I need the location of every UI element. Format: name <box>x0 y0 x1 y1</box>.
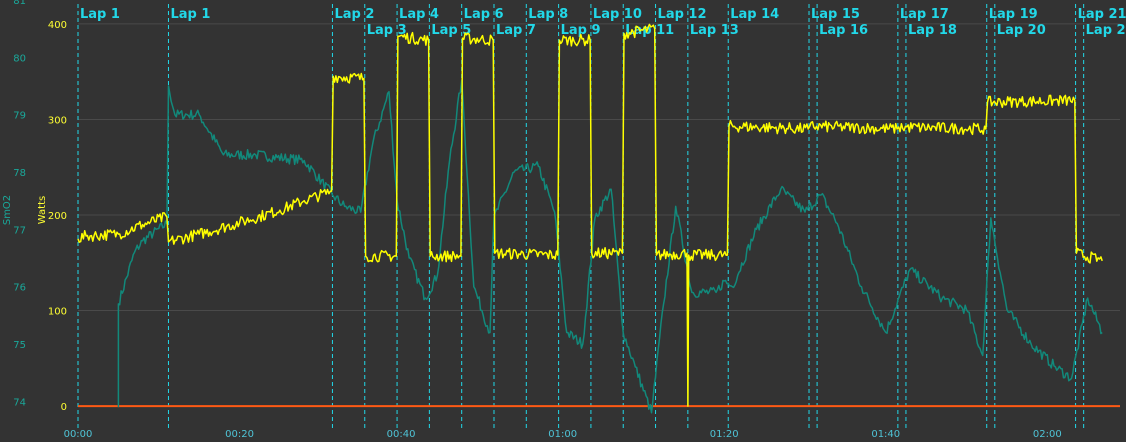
time-tick-label: 01:20 <box>710 429 739 440</box>
lap-label: Lap 21 <box>1078 7 1126 22</box>
lap-label: Lap 12 <box>658 7 707 22</box>
watts-axis-ticks: 0 100 200 300 400 <box>48 20 67 413</box>
data-series <box>77 23 1120 414</box>
time-tick-label: 01:40 <box>871 429 900 440</box>
lap-label: Lap 4 <box>399 7 439 22</box>
smo2-watts-lap-chart: Lap 1 Lap 1 Lap 2Lap 3Lap 4Lap 5Lap 6Lap 7… <box>2 0 1126 440</box>
lap-label: Lap 17 <box>900 7 949 22</box>
smo2-axis-title: SmO2 <box>2 195 13 225</box>
smo2-tick-label: 77 <box>13 225 26 236</box>
watts-tick-label: 100 <box>48 307 67 318</box>
lap-label: Lap 6 <box>464 7 504 22</box>
smo2-tick-label: 74 <box>13 397 26 408</box>
lap-label: Lap 13 <box>690 23 739 38</box>
smo2-tick-label: 80 <box>13 53 26 64</box>
time-tick-label: 01:00 <box>548 429 577 440</box>
lap-label: Lap 20 <box>997 23 1046 38</box>
watts-tick-label: 0 <box>61 402 67 413</box>
lap-label: Lap 22 <box>1086 23 1126 38</box>
lap-label: Lap 15 <box>811 7 860 22</box>
lap-label: Lap 1 <box>80 7 120 22</box>
lap-label: Lap 8 <box>528 7 568 22</box>
watts-tick-label: 300 <box>48 115 67 126</box>
time-tick-label: 00:00 <box>64 429 93 440</box>
smo2-tick-label: 76 <box>13 283 26 294</box>
time-tick-label: 00:20 <box>225 429 254 440</box>
smo2-tick-label: 81 <box>13 0 26 7</box>
lap-label: Lap 19 <box>989 7 1038 22</box>
watts-tick-label: 200 <box>48 211 67 222</box>
lap-label: Lap 2 <box>334 7 374 22</box>
smo2-tick-label: 78 <box>13 168 26 179</box>
lap-label: Lap 16 <box>819 23 868 38</box>
watts-axis-title: Watts <box>37 196 48 224</box>
smo2-tick-label: 79 <box>13 111 26 122</box>
smo2-axis-ticks: 74 75 76 77 78 79 80 81 <box>13 0 26 408</box>
time-tick-label: 00:40 <box>387 429 416 440</box>
lap-label: Lap 18 <box>908 23 957 38</box>
time-tick-label: 02:00 <box>1033 429 1062 440</box>
lap-label: Lap 14 <box>730 7 779 22</box>
lap-label: Lap 10 <box>593 7 642 22</box>
watts-tick-label: 400 <box>48 20 67 31</box>
smo2-tick-label: 75 <box>13 340 26 351</box>
time-axis-ticks: 00:00 00:20 00:40 01:00 01:20 01:40 02:00 <box>64 429 1062 440</box>
lap-label: Lap 1 <box>170 7 210 22</box>
lap-markers: Lap 1 Lap 1 Lap 2Lap 3Lap 4Lap 5Lap 6Lap 7… <box>77 4 1126 430</box>
lap-label: Lap 7 <box>496 23 536 38</box>
